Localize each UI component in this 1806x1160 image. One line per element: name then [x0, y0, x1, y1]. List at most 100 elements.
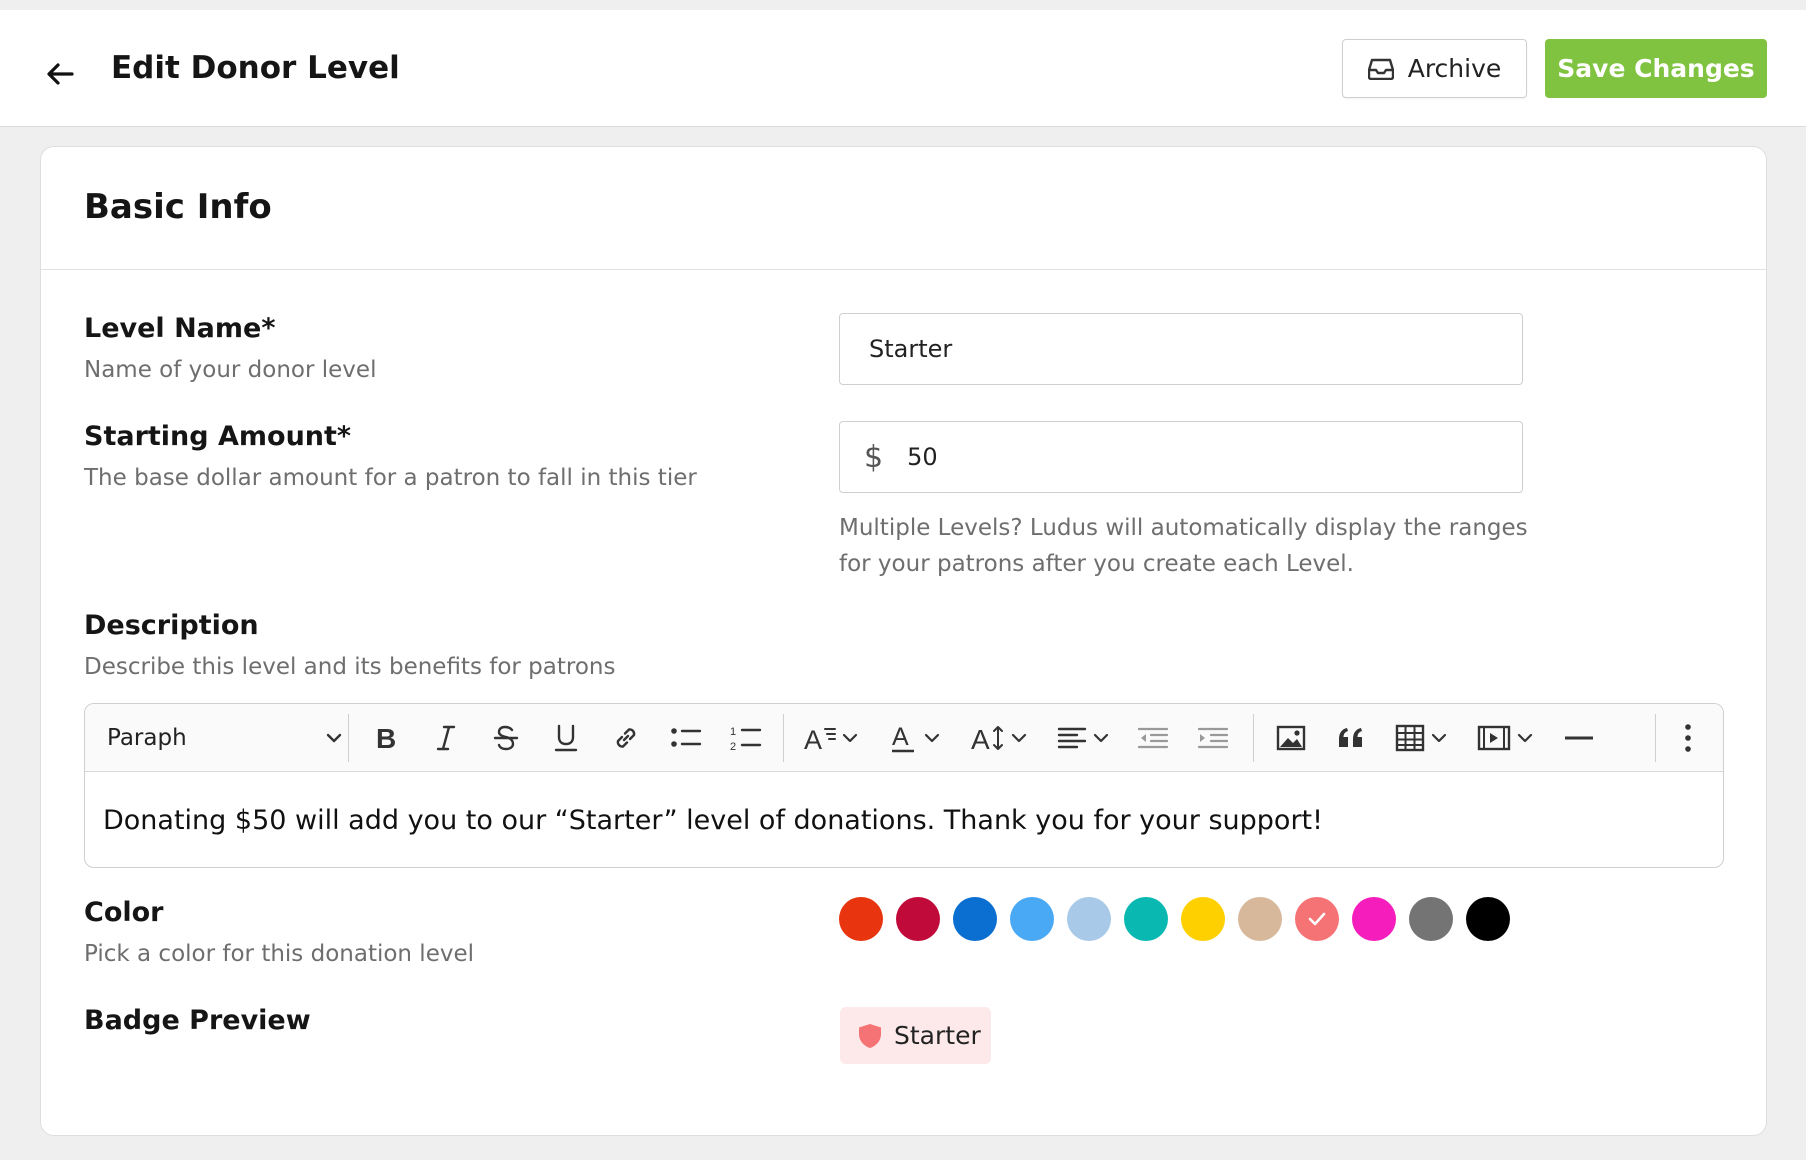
toolbar-separator — [348, 714, 349, 762]
svg-text:A: A — [892, 723, 909, 751]
color-swatch[interactable] — [896, 897, 940, 941]
toolbar-separator — [783, 714, 784, 762]
svg-text:1: 1 — [730, 726, 736, 738]
check-icon — [1308, 912, 1326, 926]
starting-amount-input[interactable]: $ 50 — [839, 421, 1523, 493]
insert-media-dropdown[interactable] — [1467, 718, 1543, 758]
badge-preview: Starter — [840, 1007, 991, 1064]
underline-button[interactable] — [538, 718, 594, 758]
page-title: Edit Donor Level — [111, 50, 400, 86]
color-label: Color — [84, 897, 164, 928]
color-swatch[interactable] — [1238, 897, 1282, 941]
color-swatch[interactable] — [1067, 897, 1111, 941]
text-height-dropdown[interactable]: A — [961, 718, 1037, 758]
font-color-dropdown[interactable]: A — [877, 718, 953, 758]
window-top-strip — [0, 0, 1806, 10]
horizontal-line-button[interactable] — [1551, 718, 1607, 758]
color-swatch[interactable] — [1010, 897, 1054, 941]
numbered-list-icon: 12 — [730, 726, 762, 752]
more-options-icon — [1685, 724, 1691, 752]
dollar-sign-icon: $ — [864, 439, 884, 475]
badge-preview-label: Badge Preview — [84, 1005, 311, 1036]
strikethrough-icon — [493, 725, 519, 751]
color-swatch[interactable] — [1124, 897, 1168, 941]
svg-text:A: A — [971, 724, 990, 753]
strikethrough-button[interactable] — [478, 718, 534, 758]
color-swatch[interactable] — [1409, 897, 1453, 941]
indent-icon — [1197, 727, 1229, 749]
color-swatch[interactable] — [1295, 897, 1339, 941]
more-options-button[interactable] — [1665, 718, 1711, 758]
help-line-1: Multiple Levels? Ludus will automaticall… — [839, 515, 1528, 541]
toolbar-separator — [1655, 714, 1656, 762]
bulleted-list-button[interactable] — [658, 718, 714, 758]
link-button[interactable] — [598, 718, 654, 758]
image-icon — [1276, 725, 1306, 751]
starting-amount-value: 50 — [907, 443, 938, 471]
table-icon — [1395, 724, 1425, 752]
chevron-down-icon — [1093, 733, 1109, 743]
italic-button[interactable] — [418, 718, 474, 758]
outdent-button[interactable] — [1125, 718, 1181, 758]
svg-text:A: A — [804, 725, 822, 752]
level-name-input[interactable]: Starter — [839, 313, 1523, 385]
block-format-dropdown[interactable]: Paraph — [107, 718, 343, 758]
toolbar-separator — [1253, 714, 1254, 762]
svg-text:B: B — [376, 724, 396, 752]
level-name-value: Starter — [869, 335, 953, 363]
editor-toolbar: Paraph B 12 A A A — [85, 704, 1723, 772]
badge-text: Starter — [894, 1021, 981, 1050]
help-line-2: for your patrons after you create each L… — [839, 551, 1354, 577]
starting-amount-description: The base dollar amount for a patron to f… — [84, 465, 697, 491]
svg-text:2: 2 — [730, 741, 736, 752]
card-header: Basic Info — [41, 147, 1766, 270]
description-label: Description — [84, 610, 259, 641]
chevron-down-icon — [326, 733, 342, 743]
block-format-value: Paraph — [107, 725, 187, 751]
font-color-icon: A — [892, 723, 914, 753]
font-size-icon: A — [804, 725, 836, 752]
color-swatch[interactable] — [1352, 897, 1396, 941]
editor-content[interactable]: Donating $50 will add you to our “Starte… — [103, 805, 1323, 836]
chevron-down-icon — [842, 733, 858, 743]
color-description: Pick a color for this donation level — [84, 941, 475, 967]
save-changes-button[interactable]: Save Changes — [1545, 39, 1767, 98]
insert-image-button[interactable] — [1263, 718, 1319, 758]
numbered-list-button[interactable]: 12 — [718, 718, 774, 758]
chevron-down-icon — [1517, 733, 1533, 743]
bold-button[interactable]: B — [358, 718, 414, 758]
level-name-description: Name of your donor level — [84, 357, 377, 383]
archive-label: Archive — [1407, 54, 1502, 83]
chevron-down-icon — [1011, 733, 1027, 743]
insert-table-dropdown[interactable] — [1383, 718, 1459, 758]
page-header: Edit Donor Level Archive Save Changes — [0, 10, 1806, 127]
media-icon — [1477, 725, 1511, 751]
italic-icon — [436, 725, 456, 751]
color-swatch[interactable] — [1181, 897, 1225, 941]
indent-button[interactable] — [1185, 718, 1241, 758]
align-dropdown[interactable] — [1045, 718, 1121, 758]
block-quote-button[interactable] — [1323, 718, 1379, 758]
color-swatches — [839, 897, 1510, 941]
chevron-down-icon — [924, 733, 940, 743]
font-size-dropdown[interactable]: A — [793, 718, 869, 758]
horizontal-line-icon — [1565, 736, 1593, 740]
archive-inbox-icon — [1367, 58, 1394, 80]
text-height-icon: A — [971, 724, 1003, 753]
basic-info-card: Basic Info Level Name* Name of your dono… — [40, 146, 1767, 1136]
align-left-icon — [1057, 727, 1087, 749]
bold-icon: B — [376, 724, 396, 752]
color-swatch[interactable] — [839, 897, 883, 941]
archive-button[interactable]: Archive — [1342, 39, 1527, 98]
arrow-left-icon — [47, 63, 74, 85]
description-subtext: Describe this level and its benefits for… — [84, 654, 616, 680]
color-swatch[interactable] — [953, 897, 997, 941]
shield-icon — [859, 1023, 881, 1048]
starting-amount-label: Starting Amount* — [84, 421, 352, 452]
chevron-down-icon — [1431, 733, 1447, 743]
level-name-label: Level Name* — [84, 313, 276, 344]
rich-text-editor[interactable]: Paraph B 12 A A A Donating $50 will add … — [84, 703, 1724, 868]
link-icon — [616, 728, 636, 748]
color-swatch[interactable] — [1466, 897, 1510, 941]
back-button[interactable] — [40, 54, 80, 94]
